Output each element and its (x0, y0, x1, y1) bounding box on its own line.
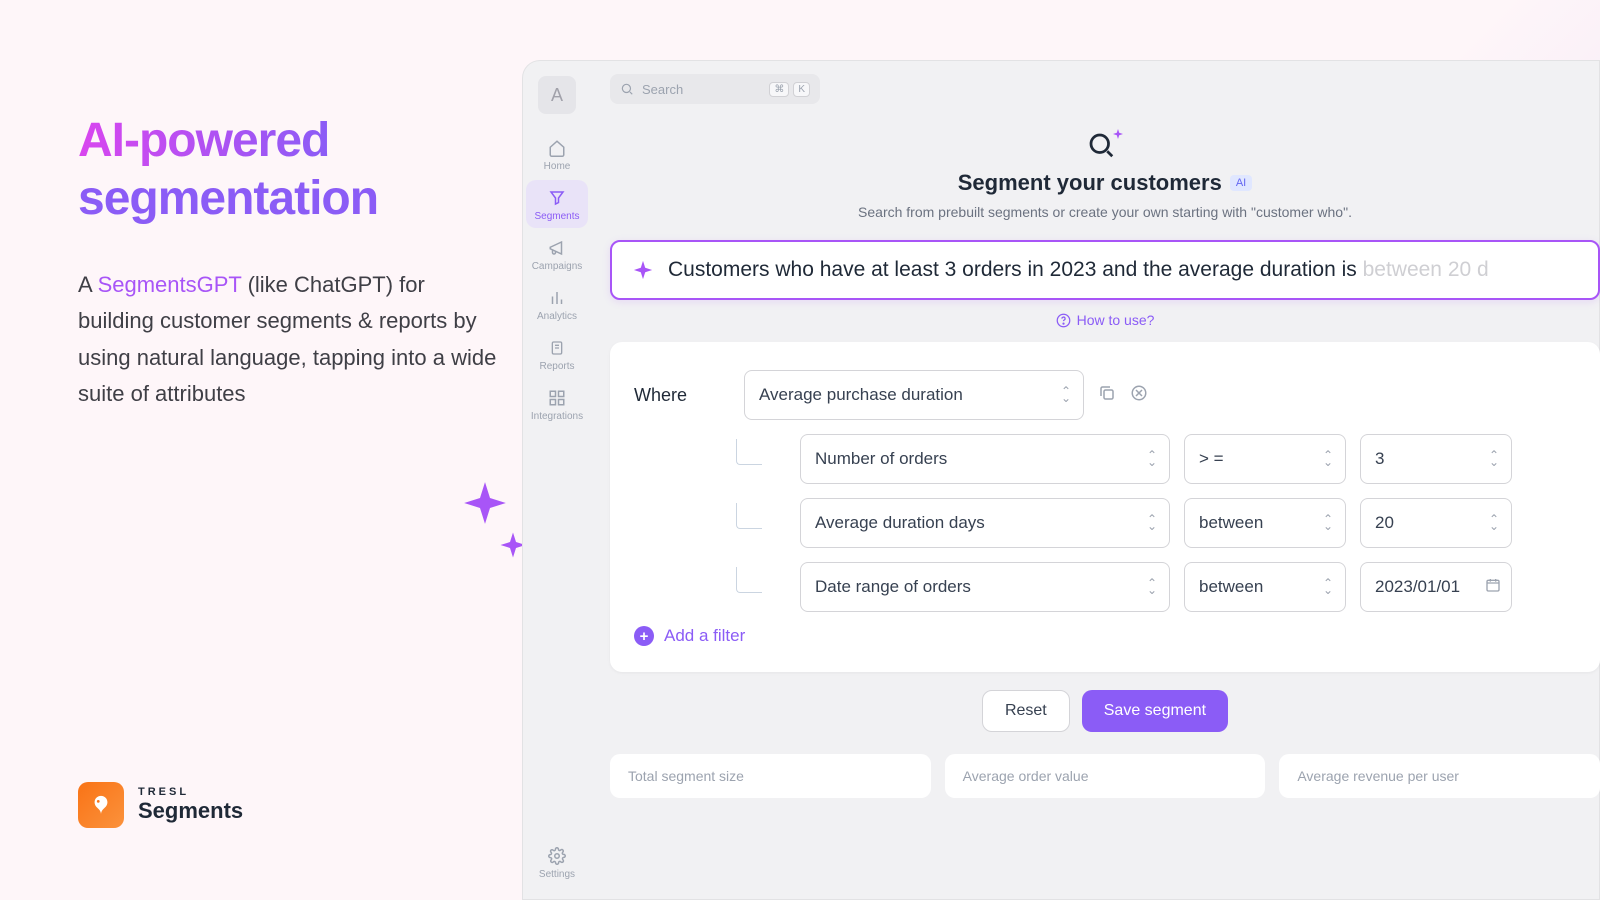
page-title: Segment your customers AI (610, 170, 1600, 196)
tree-connector-icon (736, 439, 762, 465)
chevron-updown-icon: ⌃⌄ (1147, 580, 1157, 594)
search-shortcut: ⌘ K (769, 82, 810, 97)
page-subtitle: Search from prebuilt segments or create … (610, 204, 1600, 220)
filter-builder: Where Average purchase duration ⌃⌄ Numbe… (610, 342, 1600, 672)
how-to-use-link[interactable]: How to use? (610, 312, 1600, 328)
workspace-avatar[interactable]: A (538, 76, 576, 114)
filter-value-input[interactable]: 3⌃⌄ (1360, 434, 1512, 484)
sidebar-item-segments[interactable]: Segments (526, 180, 588, 228)
main-attribute-select[interactable]: Average purchase duration ⌃⌄ (744, 370, 1084, 420)
sidebar-item-integrations[interactable]: Integrations (526, 380, 588, 428)
calendar-icon (1485, 577, 1501, 598)
chart-icon (547, 288, 567, 308)
segment-hero-icon (610, 130, 1600, 160)
heading-line-2: segmentation (78, 170, 498, 228)
search-placeholder: Search (642, 82, 683, 97)
search-icon (620, 82, 634, 96)
stat-card-aov: Average order value (945, 754, 1266, 798)
brand-name-top: TRESL (138, 786, 243, 798)
document-icon (547, 338, 567, 358)
sidebar-item-settings[interactable]: Settings (522, 846, 592, 880)
grid-icon (547, 388, 567, 408)
filter-attribute-select[interactable]: Average duration days⌃⌄ (800, 498, 1170, 548)
chevron-updown-icon: ⌃⌄ (1489, 516, 1499, 530)
heading-line-1: AI-powered (78, 114, 329, 167)
hero-description: A SegmentsGPT (like ChatGPT) for buildin… (78, 267, 498, 412)
chevron-updown-icon: ⌃⌄ (1147, 516, 1157, 530)
reset-button[interactable]: Reset (982, 690, 1070, 732)
brand-name: Segments (138, 798, 243, 824)
megaphone-icon (547, 238, 567, 258)
duplicate-icon[interactable] (1098, 384, 1116, 407)
plus-icon: + (634, 626, 654, 646)
marketing-copy: AI-powered segmentation A SegmentsGPT (l… (78, 112, 498, 412)
search-input[interactable]: Search ⌘ K (610, 74, 820, 104)
chevron-updown-icon: ⌃⌄ (1061, 388, 1071, 402)
chevron-updown-icon: ⌃⌄ (1323, 452, 1333, 466)
tree-connector-icon (736, 567, 762, 593)
gear-icon (547, 846, 567, 866)
brand-logo (78, 782, 124, 828)
sidebar: A Home Segments Campaigns Analytics Repo… (522, 60, 592, 900)
sidebar-item-analytics[interactable]: Analytics (526, 280, 588, 328)
prompt-text: Customers who have at least 3 orders in … (668, 258, 1489, 282)
filter-icon (547, 188, 567, 208)
sidebar-item-campaigns[interactable]: Campaigns (526, 230, 588, 278)
filter-date-input[interactable]: 2023/01/01 (1360, 562, 1512, 612)
main-content: Segment your customers AI Search from pr… (610, 120, 1600, 900)
help-icon (1056, 313, 1071, 328)
chevron-updown-icon: ⌃⌄ (1147, 452, 1157, 466)
sidebar-item-home[interactable]: Home (526, 130, 588, 178)
filter-attribute-select[interactable]: Number of orders⌃⌄ (800, 434, 1170, 484)
ai-prompt-input[interactable]: Customers who have at least 3 orders in … (610, 240, 1600, 300)
app-window: A Home Segments Campaigns Analytics Repo… (522, 60, 1600, 900)
sidebar-item-reports[interactable]: Reports (526, 330, 588, 378)
filter-operator-select[interactable]: between⌃⌄ (1184, 562, 1346, 612)
save-segment-button[interactable]: Save segment (1082, 690, 1228, 732)
stat-card-arpu: Average revenue per user (1279, 754, 1600, 798)
delete-icon[interactable] (1130, 384, 1148, 407)
chevron-updown-icon: ⌃⌄ (1323, 580, 1333, 594)
filter-operator-select[interactable]: > =⌃⌄ (1184, 434, 1346, 484)
sparkle-icon (632, 259, 654, 281)
chevron-updown-icon: ⌃⌄ (1489, 452, 1499, 466)
stat-card-segment-size: Total segment size (610, 754, 931, 798)
chevron-updown-icon: ⌃⌄ (1323, 516, 1333, 530)
where-label: Where (634, 385, 744, 406)
filter-attribute-select[interactable]: Date range of orders⌃⌄ (800, 562, 1170, 612)
brand-logo-block: TRESL Segments (78, 782, 243, 828)
filter-value-input[interactable]: 20⌃⌄ (1360, 498, 1512, 548)
ai-badge: AI (1230, 175, 1252, 191)
hero-heading: AI-powered segmentation (78, 112, 498, 227)
home-icon (547, 138, 567, 158)
add-filter-button[interactable]: + Add a filter (634, 626, 1576, 646)
tree-connector-icon (736, 503, 762, 529)
filter-operator-select[interactable]: between⌃⌄ (1184, 498, 1346, 548)
